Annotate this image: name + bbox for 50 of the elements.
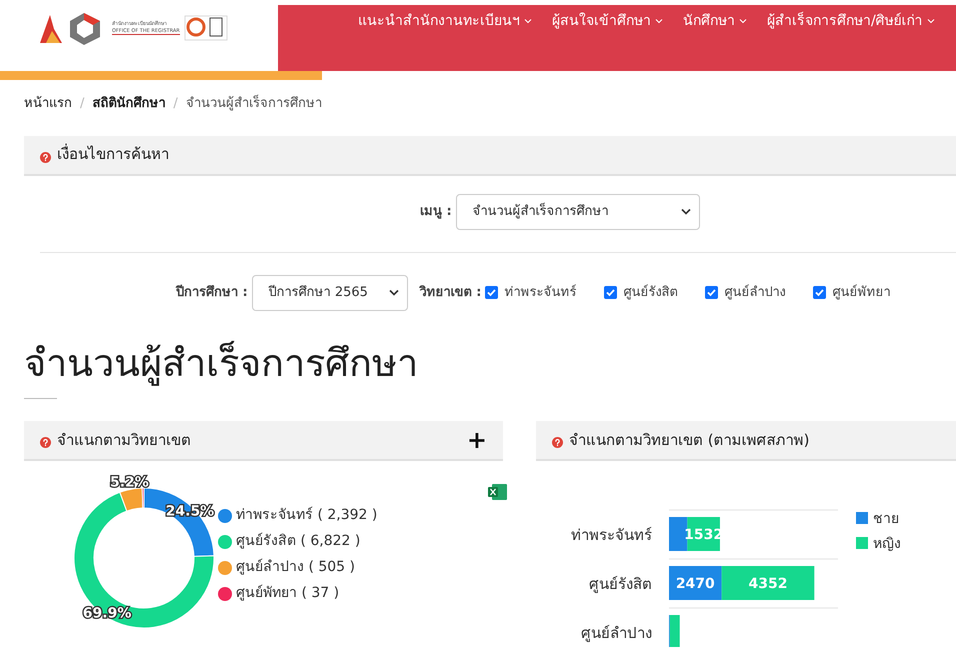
chevron-down-icon xyxy=(655,18,663,24)
chevron-down-icon xyxy=(926,18,935,24)
breadcrumb-current: จำนวนผู้สำเร็จการศึกษา xyxy=(186,94,322,113)
bar-label: 2470 xyxy=(676,576,715,592)
field-label: ปีการศึกษา : xyxy=(176,284,248,302)
checkbox-label: ศูนย์รังสิต xyxy=(623,284,678,302)
panel-title: จำแนกตามวิทยาเขต xyxy=(57,430,192,451)
category-label: ท่าพระจันทร์ xyxy=(571,526,652,544)
nav-link[interactable]: แนะนำสำนักงานทะเบียนฯ xyxy=(358,11,532,32)
breadcrumb-separator: / xyxy=(173,95,178,113)
checkbox[interactable] xyxy=(705,286,718,299)
nav-link[interactable]: ผู้สำเร็จการศึกษา/ศิษย์เก่า xyxy=(767,11,935,32)
select-field[interactable]: จำนวนผู้สำเร็จการศึกษา xyxy=(456,194,700,230)
nav-link[interactable]: นักศึกษา xyxy=(683,11,747,32)
slice-label: 5.2% xyxy=(110,474,149,490)
checkbox-label: ท่าพระจันทร์ xyxy=(504,284,576,302)
help-icon xyxy=(552,437,563,448)
help-icon xyxy=(40,437,51,448)
expand-button[interactable]: + xyxy=(466,428,487,452)
breadcrumb-separator: / xyxy=(80,95,84,113)
spreadsheet-icon[interactable] xyxy=(488,482,508,501)
select-field[interactable]: ปีการศึกษา 2565 xyxy=(252,274,408,310)
chevron-down-icon xyxy=(739,18,747,24)
field-label: วิทยาเขต : xyxy=(420,284,482,302)
breadcrumb-link[interactable]: หน้าแรก xyxy=(24,94,72,114)
panel-title: จำแนกตามวิทยาเขต (ตามเพศสภาพ) xyxy=(569,430,810,451)
checkbox-label: ศูนย์พัทยา xyxy=(832,284,890,302)
page-title: จำนวนผู้สำเร็จการศึกษา xyxy=(23,340,419,388)
legend-label: ศูนย์พัทยา ( 37 ) xyxy=(236,584,340,604)
nav-link[interactable]: ผู้สนใจเข้าศึกษา xyxy=(552,11,663,32)
chevron-down-icon xyxy=(388,289,399,296)
chevron-down-icon xyxy=(524,18,532,24)
bar-label: 4352 xyxy=(748,576,788,592)
breadcrumb-link[interactable]: สถิตินักศึกษา xyxy=(92,94,166,114)
help-icon xyxy=(40,152,51,163)
checkbox[interactable] xyxy=(604,286,618,299)
certification-icon xyxy=(184,15,228,41)
panel-title: เงื่อนไขการค้นหา xyxy=(57,143,169,166)
legend-label: ท่าพระจันทร์ ( 2,392 ) xyxy=(236,506,378,526)
legend-label: ศูนย์รังสิต ( 6,822 ) xyxy=(236,532,360,552)
checkbox-label: ศูนย์ลำปาง xyxy=(724,284,786,302)
checkbox[interactable] xyxy=(485,286,498,299)
checkbox[interactable] xyxy=(813,286,826,299)
legend-label: หญิง xyxy=(873,536,901,552)
category-label: ศูนย์รังสิต xyxy=(589,574,652,593)
category-label: ศูนย์ลำปาง xyxy=(581,624,652,642)
legend-label: ศูนย์ลำปาง ( 505 ) xyxy=(236,558,355,578)
field-label: เมนู : xyxy=(420,202,452,221)
legend-label: ชาย xyxy=(873,510,899,527)
chevron-down-icon xyxy=(680,208,691,215)
